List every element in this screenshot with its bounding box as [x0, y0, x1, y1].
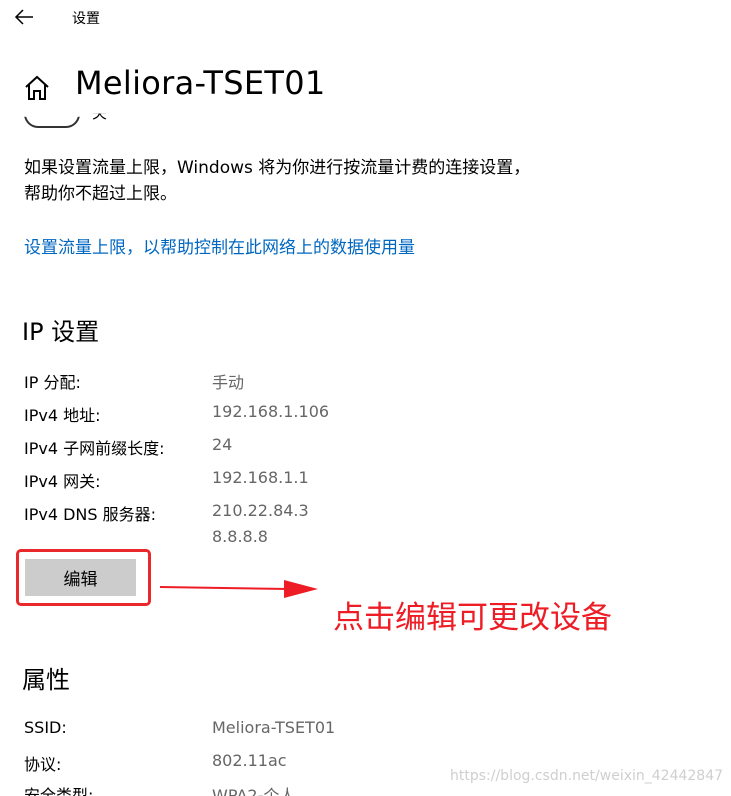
- ipv4-gateway-value: 192.168.1.1: [212, 468, 309, 487]
- metered-toggle-label: 关: [92, 104, 108, 122]
- ipv4-prefix-label: IPv4 子网前缀长度:: [24, 439, 165, 458]
- ipv4-dns-value-primary: 210.22.84.3: [212, 501, 309, 520]
- back-arrow-icon[interactable]: [10, 4, 38, 30]
- metered-description-line1: 如果设置流量上限，Windows 将为你进行按流量计费的连接设置，: [24, 158, 531, 178]
- settings-page: 设置 关 Meliora-TSET01 如果设置流量上限，Windows 将为你…: [0, 0, 731, 796]
- window-title: 设置: [72, 11, 100, 27]
- ssid-label: SSID:: [24, 718, 67, 737]
- ipv4-dns-label: IPv4 DNS 服务器:: [24, 505, 157, 524]
- page-title: Meliora-TSET01: [75, 64, 326, 102]
- ip-assignment-value: 手动: [212, 373, 245, 392]
- protocol-label: 协议:: [24, 755, 62, 774]
- metered-toggle[interactable]: [24, 116, 80, 128]
- security-type-value: WPA2-个人: [212, 786, 296, 796]
- ip-settings-title: IP 设置: [22, 318, 100, 346]
- home-icon[interactable]: [24, 75, 50, 101]
- edit-button[interactable]: 编辑: [25, 559, 136, 596]
- ipv4-dns-value-secondary: 8.8.8.8: [212, 527, 268, 546]
- ip-assignment-label: IP 分配:: [24, 373, 81, 392]
- metered-description-line2: 帮助你不超过上限。: [24, 184, 177, 204]
- ipv4-address-label: IPv4 地址:: [24, 406, 101, 425]
- metered-description: 如果设置流量上限，Windows 将为你进行按流量计费的连接设置， 帮助你不超过…: [24, 155, 624, 207]
- set-data-limit-link[interactable]: 设置流量上限，以帮助控制在此网络上的数据使用量: [24, 233, 415, 258]
- ipv4-prefix-value: 24: [212, 435, 233, 454]
- properties-title: 属性: [22, 666, 70, 694]
- watermark: https://blog.csdn.net/weixin_42442847: [450, 768, 724, 784]
- security-type-label: 安全类型:: [24, 786, 94, 796]
- protocol-value: 802.11ac: [212, 751, 287, 770]
- annotation-text: 点击编辑可更改设备: [333, 600, 612, 636]
- ipv4-gateway-label: IPv4 网关:: [24, 472, 101, 491]
- ssid-value: Meliora-TSET01: [212, 718, 336, 737]
- annotation-arrow: [159, 580, 318, 598]
- ipv4-address-value: 192.168.1.106: [212, 402, 330, 421]
